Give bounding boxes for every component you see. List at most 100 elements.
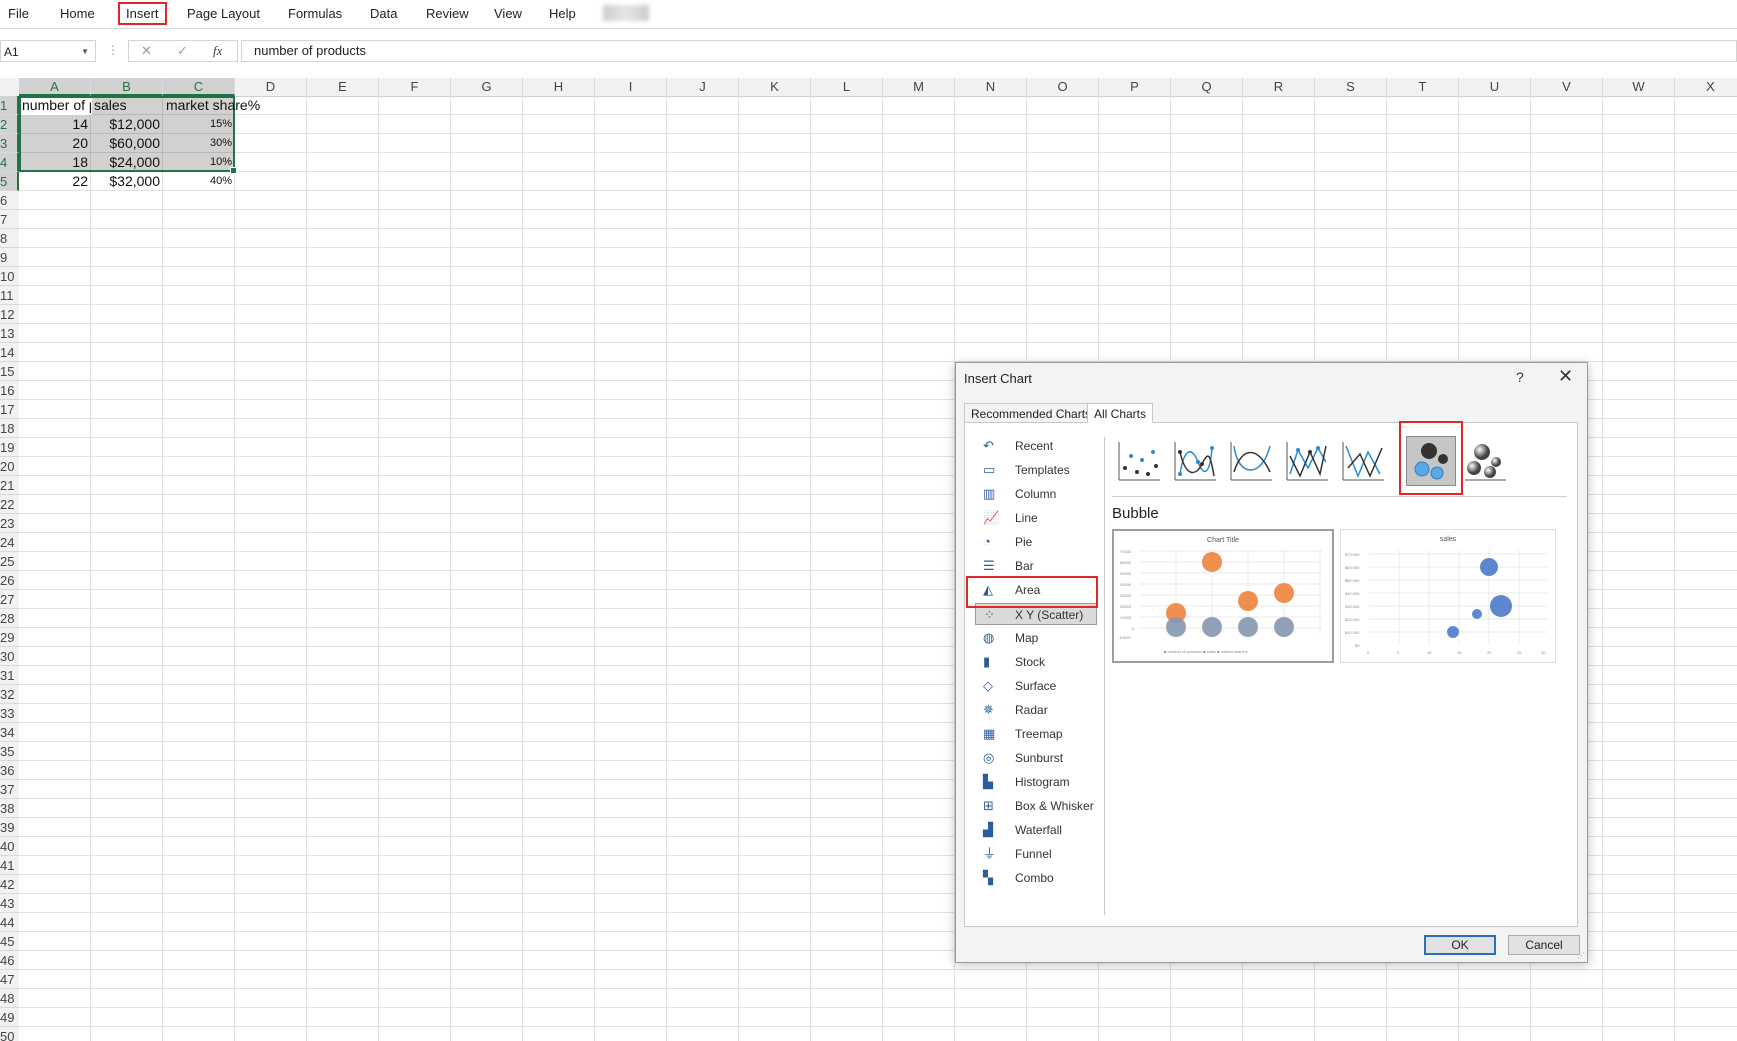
row-header-19[interactable]: 19 xyxy=(0,438,19,457)
ok-button[interactable]: OK xyxy=(1424,935,1496,955)
category-box-whisker[interactable]: ⊞ Box & Whisker xyxy=(975,795,1097,817)
row-header-15[interactable]: 15 xyxy=(0,362,19,381)
category-bar[interactable]: ☰ Bar xyxy=(975,555,1097,577)
row-header-24[interactable]: 24 xyxy=(0,533,19,552)
chevron-down-icon[interactable]: ▼ xyxy=(81,41,89,63)
column-header-l[interactable]: L xyxy=(811,78,883,96)
column-header-k[interactable]: K xyxy=(739,78,811,96)
category-map[interactable]: ◍ Map xyxy=(975,627,1097,649)
row-header-23[interactable]: 23 xyxy=(0,514,19,533)
row-header-39[interactable]: 39 xyxy=(0,818,19,837)
column-header-f[interactable]: F xyxy=(379,78,451,96)
row-header-30[interactable]: 30 xyxy=(0,647,19,666)
row-header-1[interactable]: 1 xyxy=(0,96,19,115)
row-header-48[interactable]: 48 xyxy=(0,989,19,1008)
category-histogram[interactable]: ▙ Histogram xyxy=(975,771,1097,793)
column-header-n[interactable]: N xyxy=(955,78,1027,96)
column-header-p[interactable]: P xyxy=(1099,78,1171,96)
column-header-c[interactable]: C xyxy=(163,78,235,96)
row-header-14[interactable]: 14 xyxy=(0,343,19,362)
column-header-x[interactable]: X xyxy=(1675,78,1737,96)
row-header-38[interactable]: 38 xyxy=(0,799,19,818)
chart-preview-2[interactable]: sales $70,000 $60,000 $50,000 $40,000 $30,00… xyxy=(1340,529,1556,663)
data-cell[interactable]: 22 xyxy=(19,172,91,191)
menu-view[interactable]: View xyxy=(494,6,522,21)
row-header-34[interactable]: 34 xyxy=(0,723,19,742)
row-header-50[interactable]: 50 xyxy=(0,1027,19,1041)
header-cell[interactable]: number of products xyxy=(19,96,91,115)
data-cell[interactable]: $32,000 xyxy=(91,172,163,191)
data-cell[interactable]: 18 xyxy=(19,153,91,172)
menu-insert[interactable]: Insert xyxy=(118,2,167,25)
data-cell[interactable]: $60,000 xyxy=(91,134,163,153)
row-header-16[interactable]: 16 xyxy=(0,381,19,400)
category-surface[interactable]: ◇ Surface xyxy=(975,675,1097,697)
row-header-7[interactable]: 7 xyxy=(0,210,19,229)
row-header-41[interactable]: 41 xyxy=(0,856,19,875)
row-header-45[interactable]: 45 xyxy=(0,932,19,951)
name-box[interactable]: A1 ▼ xyxy=(0,40,96,62)
column-header-b[interactable]: B xyxy=(91,78,163,96)
row-header-47[interactable]: 47 xyxy=(0,970,19,989)
data-cell[interactable]: 40% xyxy=(163,172,235,191)
row-header-3[interactable]: 3 xyxy=(0,134,19,153)
row-header-27[interactable]: 27 xyxy=(0,590,19,609)
close-icon[interactable]: ✕ xyxy=(1558,366,1573,387)
formula-input[interactable]: number of products xyxy=(241,40,1737,62)
row-header-12[interactable]: 12 xyxy=(0,305,19,324)
row-header-13[interactable]: 13 xyxy=(0,324,19,343)
column-header-h[interactable]: H xyxy=(523,78,595,96)
menu-help[interactable]: Help xyxy=(549,6,576,21)
row-header-5[interactable]: 5 xyxy=(0,172,19,191)
row-header-10[interactable]: 10 xyxy=(0,267,19,286)
row-header-18[interactable]: 18 xyxy=(0,419,19,438)
row-header-26[interactable]: 26 xyxy=(0,571,19,590)
column-header-j[interactable]: J xyxy=(667,78,739,96)
menu-data[interactable]: Data xyxy=(370,6,397,21)
category-waterfall[interactable]: ▟ Waterfall xyxy=(975,819,1097,841)
row-header-46[interactable]: 46 xyxy=(0,951,19,970)
menu-file[interactable]: File xyxy=(8,6,29,21)
tab-recommended-charts[interactable]: Recommended Charts xyxy=(964,403,1099,423)
row-header-31[interactable]: 31 xyxy=(0,666,19,685)
category-pie[interactable]: ◔ Pie xyxy=(975,531,1097,553)
menu-page-layout[interactable]: Page Layout xyxy=(187,6,260,21)
row-header-35[interactable]: 35 xyxy=(0,742,19,761)
menu-review[interactable]: Review xyxy=(426,6,469,21)
row-header-44[interactable]: 44 xyxy=(0,913,19,932)
row-header-20[interactable]: 20 xyxy=(0,457,19,476)
category-templates[interactable]: ▭ Templates xyxy=(975,459,1097,481)
row-header-32[interactable]: 32 xyxy=(0,685,19,704)
data-cell[interactable]: $12,000 xyxy=(91,115,163,134)
column-header-t[interactable]: T xyxy=(1387,78,1459,96)
menu-home[interactable]: Home xyxy=(60,6,95,21)
column-header-o[interactable]: O xyxy=(1027,78,1099,96)
data-cell[interactable]: 15% xyxy=(163,115,235,134)
scatter-smooth-lines-icon[interactable] xyxy=(1228,438,1274,484)
column-header-a[interactable]: A xyxy=(19,78,91,96)
column-header-d[interactable]: D xyxy=(235,78,307,96)
cancel-icon[interactable]: ✕ xyxy=(141,43,152,59)
help-icon[interactable]: ? xyxy=(1516,369,1524,385)
row-header-9[interactable]: 9 xyxy=(0,248,19,267)
row-header-6[interactable]: 6 xyxy=(0,191,19,210)
menu-formulas[interactable]: Formulas xyxy=(288,6,342,21)
category-sunburst[interactable]: ◎ Sunburst xyxy=(975,747,1097,769)
header-cell[interactable]: sales xyxy=(91,96,130,115)
row-header-29[interactable]: 29 xyxy=(0,628,19,647)
column-header-e[interactable]: E xyxy=(307,78,379,96)
resize-grip-icon[interactable]: ⋰ xyxy=(1577,951,1585,960)
category-stock[interactable]: ▮ Stock xyxy=(975,651,1097,673)
row-header-33[interactable]: 33 xyxy=(0,704,19,723)
data-cell[interactable]: $24,000 xyxy=(91,153,163,172)
tab-all-charts[interactable]: All Charts xyxy=(1087,403,1154,423)
column-header-v[interactable]: V xyxy=(1531,78,1603,96)
category-treemap[interactable]: ▦ Treemap xyxy=(975,723,1097,745)
header-cell[interactable]: market share% xyxy=(163,96,263,115)
row-header-49[interactable]: 49 xyxy=(0,1008,19,1027)
insert-function-icon[interactable]: fx xyxy=(213,43,222,59)
category-recent[interactable]: ↶ Recent xyxy=(975,435,1097,457)
row-header-42[interactable]: 42 xyxy=(0,875,19,894)
row-header-4[interactable]: 4 xyxy=(0,153,19,172)
enter-check-icon[interactable]: ✓ xyxy=(177,43,188,59)
